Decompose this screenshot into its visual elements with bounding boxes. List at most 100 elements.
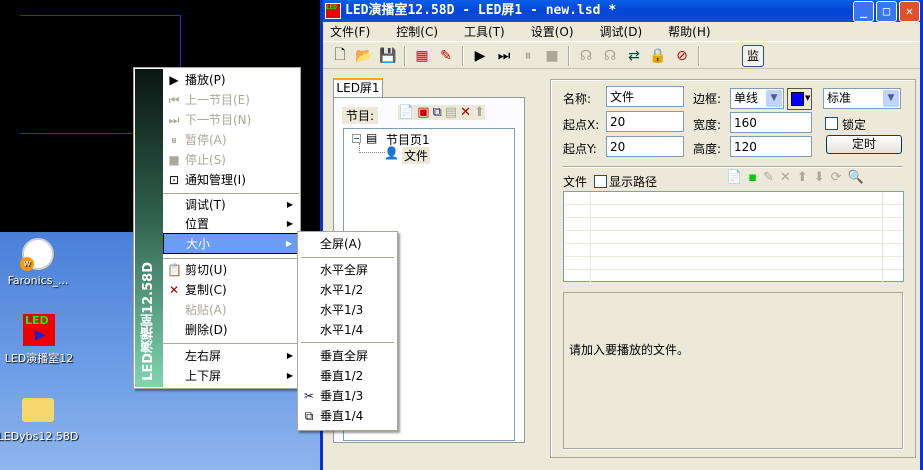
pause-icon[interactable]: ⏸ xyxy=(517,45,539,67)
name-input[interactable] xyxy=(606,86,684,107)
menu-item-debug[interactable]: 调试(T) ▶ xyxy=(163,195,299,215)
file-label: 文件 xyxy=(563,175,588,189)
menu-item-copy[interactable]: ✕ 复制(C) xyxy=(163,280,299,300)
y-input[interactable] xyxy=(606,136,684,157)
menu-item-paste[interactable]: 粘贴(A) xyxy=(163,300,299,320)
copy-icon[interactable]: ⧉ xyxy=(432,105,441,120)
menu-settings[interactable]: 设置(O) xyxy=(531,22,581,41)
program-label: 节目: xyxy=(342,107,379,124)
submenu-fullscreen[interactable]: 全屏(A) xyxy=(298,234,397,254)
refresh-icon[interactable]: ⟳ xyxy=(831,170,842,185)
menu-item-top-bottom[interactable]: 上下屏 ▶ xyxy=(163,366,299,386)
menu-item-prev[interactable]: ⏮ 上一节目(E) xyxy=(163,90,299,110)
submenu-h-full[interactable]: 水平全屏 xyxy=(298,260,397,280)
menu-item-stop[interactable]: ■ 停止(S) xyxy=(163,150,299,170)
paste-icon[interactable]: ▤ xyxy=(445,105,457,120)
menu-tools[interactable]: 工具(T) xyxy=(464,22,512,41)
border-color-button[interactable]: ▼ xyxy=(787,88,812,110)
title-bar: LED LED演播室12.58D - LED屏1 - new.lsd * _ □… xyxy=(323,0,920,22)
disconnect-icon[interactable]: ☊ xyxy=(599,45,621,67)
show-path-checkbox[interactable] xyxy=(594,175,607,188)
menu-item-pause[interactable]: ⏸ 暂停(A) xyxy=(163,130,299,150)
menu-item-next[interactable]: ⏭ 下一节目(N) xyxy=(163,110,299,130)
height-input[interactable] xyxy=(730,136,812,157)
add-page-icon[interactable]: 📄 xyxy=(398,105,414,120)
save-icon[interactable]: 💾 xyxy=(377,45,399,67)
play-next-icon[interactable]: ⏭ xyxy=(493,45,515,67)
border-select[interactable]: 单线 ▼ xyxy=(730,88,784,109)
show-path-label: 显示路径 xyxy=(609,175,658,189)
collapse-toggle[interactable]: − xyxy=(352,134,361,143)
screen-off-icon[interactable]: ⊘ xyxy=(671,45,693,67)
delete-icon[interactable]: ✕ xyxy=(460,105,471,120)
stop-icon[interactable]: ■ xyxy=(541,45,563,67)
sidebar-text: LED演播室12.58D xyxy=(141,262,156,381)
style-select[interactable]: 标准 ▼ xyxy=(823,88,901,109)
menu-item-notice[interactable]: ⊡ 通知管理(I) xyxy=(163,170,299,190)
submenu-h-quarter[interactable]: 水平1/4 xyxy=(298,320,397,340)
move-up-icon[interactable]: ⬆ xyxy=(474,105,485,120)
connect-icon[interactable]: ☊ xyxy=(575,45,597,67)
menu-control[interactable]: 控制(C) xyxy=(396,22,445,41)
faronics-icon: w xyxy=(20,238,54,271)
properties-panel: 名称: 边框: 单线 ▼ ▼ 标准 ▼ 起点X: 宽度: 锁定 起点Y: 高度: 定… xyxy=(550,79,916,458)
submenu-h-third[interactable]: 水平1/3 xyxy=(298,300,397,320)
file-list[interactable] xyxy=(563,191,904,282)
desktop-icon-folder[interactable]: LEDybs12.58D xyxy=(0,394,88,443)
prev-icon: ⏮ xyxy=(168,93,180,107)
tab-led-screen1[interactable]: LED屏1 xyxy=(333,78,383,98)
play-icon[interactable]: ▶ xyxy=(469,45,491,67)
x-label: 起点X: xyxy=(563,118,600,132)
submenu-v-half[interactable]: 垂直1/2 xyxy=(298,366,397,386)
menu-item-left-right[interactable]: 左右屏 ▶ xyxy=(163,346,299,366)
new-file-icon[interactable]: 🗋 xyxy=(329,45,351,67)
lock-screen-icon[interactable]: 🔒 xyxy=(647,45,669,67)
next-icon: ⏭ xyxy=(168,113,180,127)
submenu-v-full[interactable]: 垂直全屏 xyxy=(298,346,397,366)
submenu-v-third[interactable]: ✂ 垂直1/3 xyxy=(298,386,397,406)
edit-file-icon[interactable]: ✎ xyxy=(763,170,774,185)
submenu-h-half[interactable]: 水平1/2 xyxy=(298,280,397,300)
search-icon[interactable]: 🔍 xyxy=(848,170,864,185)
tab-label: LED屏1 xyxy=(336,81,380,95)
copy-icon: ⧉ xyxy=(304,409,314,423)
submenu-arrow-icon: ▶ xyxy=(286,200,293,209)
file-window-icon: 👤 xyxy=(384,146,399,160)
pause-icon: ⏸ xyxy=(170,133,177,147)
submenu-v-quarter[interactable]: ⧉ 垂直1/4 xyxy=(298,406,397,426)
menu-help[interactable]: 帮助(H) xyxy=(668,22,717,41)
style-value: 标准 xyxy=(827,91,852,105)
maximize-button[interactable]: □ xyxy=(876,1,897,22)
desktop-icon-led[interactable]: LED ▶ LED演播室12 xyxy=(0,314,89,366)
x-input[interactable] xyxy=(606,111,684,132)
add-window-icon[interactable]: ▣ xyxy=(417,105,429,120)
move-down-icon[interactable]: ⬇ xyxy=(814,170,825,185)
screen-grid-icon[interactable]: ▦ xyxy=(411,45,433,67)
menu-item-play[interactable]: ▶ 播放(P) xyxy=(163,70,299,90)
menu-file[interactable]: 文件(F) xyxy=(330,22,377,41)
menu-item-size[interactable]: 大小 ▶ xyxy=(163,233,299,254)
minimize-button[interactable]: _ xyxy=(853,1,874,22)
tree-item-file[interactable]: 文件 xyxy=(402,147,431,164)
network-icon[interactable]: ⇄ xyxy=(623,45,645,67)
timer-button[interactable]: 定时 xyxy=(826,135,902,154)
width-input[interactable] xyxy=(730,112,812,133)
close-button[interactable]: ✕ xyxy=(899,1,920,22)
desktop-icon-label: Faronics_... xyxy=(7,274,69,287)
add-file-icon[interactable]: 📄 xyxy=(726,170,742,185)
menu-debug[interactable]: 调试(D) xyxy=(600,22,650,41)
menu-item-cut[interactable]: 📋 剪切(U) xyxy=(163,260,299,280)
remove-file-icon[interactable]: ✕ xyxy=(780,170,791,185)
file-info-box: 请加入要播放的文件。 xyxy=(563,292,903,449)
width-label: 宽度: xyxy=(693,118,722,132)
desktop-icon-faronics[interactable]: w Faronics_... xyxy=(0,238,88,287)
menu-item-position[interactable]: 位置 ▶ xyxy=(163,214,299,234)
add-color-icon[interactable]: ▪ xyxy=(748,170,757,185)
lock-checkbox[interactable] xyxy=(825,117,838,130)
play-icon: ▶ xyxy=(169,73,179,87)
monitor-button[interactable]: 监 xyxy=(742,44,764,67)
open-folder-icon[interactable]: 📂 xyxy=(353,45,375,67)
move-up-icon[interactable]: ⬆ xyxy=(797,170,808,185)
edit-icon[interactable]: ✎ xyxy=(435,45,457,67)
menu-item-delete[interactable]: 删除(D) xyxy=(163,320,299,340)
